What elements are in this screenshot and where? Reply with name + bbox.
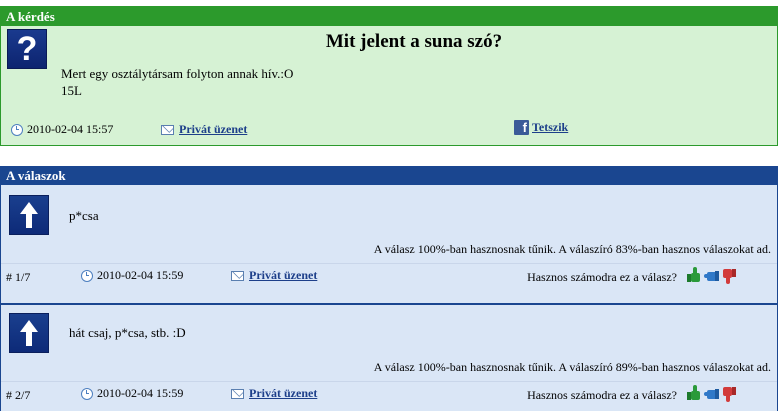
thumbs-up-icon[interactable]	[686, 267, 701, 284]
thumbs-up-icon[interactable]	[686, 385, 701, 402]
answer-text: p*csa	[69, 208, 99, 223]
rating-buttons	[686, 267, 737, 284]
answer-footer: # 2/7 2010-02-04 15:59 Privát üzenet Has…	[1, 381, 777, 405]
question-title: Mit jelent a suna szó?	[325, 31, 503, 52]
arrow-up-icon	[9, 195, 49, 235]
answer-private-message[interactable]: Privát üzenet	[231, 386, 317, 401]
question-body-line: Mert egy osztálytársam folyton annak hív…	[61, 66, 294, 81]
answer-date-text: 2010-02-04 15:59	[97, 268, 184, 282]
answer-item: hát csaj, p*csa, stb. :D A válasz 100%-b…	[1, 305, 777, 411]
envelope-icon	[161, 124, 174, 135]
answer-footer: # 1/7 2010-02-04 15:59 Privát üzenet Has…	[1, 263, 777, 287]
answer-private-message[interactable]: Privát üzenet	[231, 268, 317, 283]
thumbs-down-icon[interactable]	[722, 267, 737, 284]
answers-box: A válaszok p*csa A válasz 100%-ban haszn…	[0, 166, 778, 411]
like-link[interactable]: Tetszik	[532, 120, 568, 135]
answer-date: 2010-02-04 15:59	[81, 386, 183, 401]
clock-icon	[81, 387, 93, 400]
facebook-icon: f	[514, 120, 529, 135]
question-header: A kérdés	[1, 7, 777, 26]
question-like[interactable]: f Tetszik	[514, 120, 568, 135]
envelope-icon	[231, 388, 244, 399]
useful-question: Hasznos számodra ez a válasz?	[527, 270, 677, 284]
question-body: Mert egy osztálytársam folyton annak hív…	[61, 65, 293, 99]
thumbs-neutral-icon[interactable]	[704, 267, 719, 284]
question-date: 2010-02-04 15:57	[11, 122, 113, 137]
clock-icon	[81, 269, 93, 282]
answer-number: # 2/7	[6, 388, 31, 402]
question-box: A kérdés ? Mit jelent a suna szó? Mert e…	[0, 6, 778, 146]
answer-text: hát csaj, p*csa, stb. :D	[69, 325, 186, 340]
question-meta: 2010-02-04 15:57 Privát üzenet f Tetszik	[1, 119, 777, 139]
answer-date-text: 2010-02-04 15:59	[97, 386, 184, 400]
question-mark-icon: ?	[7, 29, 47, 69]
private-message-link[interactable]: Privát üzenet	[249, 386, 317, 401]
thumbs-down-icon[interactable]	[722, 385, 737, 402]
private-message-link[interactable]: Privát üzenet	[179, 122, 247, 137]
answers-header: A válaszok	[1, 167, 777, 185]
answer-item: p*csa A válasz 100%-ban hasznosnak tűnik…	[1, 185, 777, 303]
question-private-message[interactable]: Privát üzenet	[161, 122, 247, 137]
thumbs-neutral-icon[interactable]	[704, 385, 719, 402]
envelope-icon	[231, 270, 244, 281]
useful-question: Hasznos számodra ez a válasz?	[527, 388, 677, 402]
answer-stat: A válasz 100%-ban hasznosnak tűnik. A vá…	[373, 242, 771, 256]
question-body-line: 15L	[61, 83, 82, 98]
answer-date: 2010-02-04 15:59	[81, 268, 183, 283]
question-date-text: 2010-02-04 15:57	[27, 122, 114, 136]
arrow-up-icon	[9, 313, 49, 353]
answer-stat: A válasz 100%-ban hasznosnak tűnik. A vá…	[373, 360, 771, 374]
clock-icon	[11, 123, 23, 136]
answer-number: # 1/7	[6, 270, 31, 284]
private-message-link[interactable]: Privát üzenet	[249, 268, 317, 283]
rating-buttons	[686, 385, 737, 402]
